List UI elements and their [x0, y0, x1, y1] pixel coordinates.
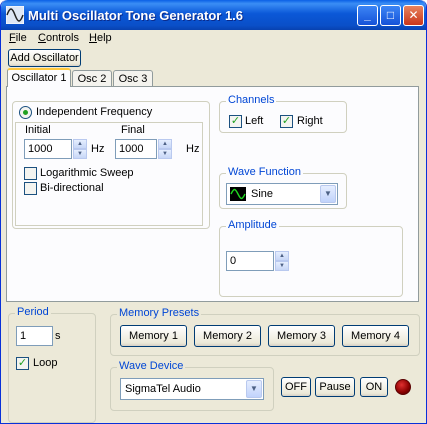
- oscillator-tab-panel: Independent Frequency Initial Final 1000…: [6, 86, 419, 302]
- menu-file-label: ile: [15, 32, 27, 44]
- bidirectional-checkbox[interactable]: [24, 182, 37, 195]
- menu-controls-accel: C: [38, 32, 46, 44]
- spin-up-icon[interactable]: ▲: [73, 139, 87, 149]
- final-frequency-input[interactable]: 1000: [115, 139, 157, 159]
- maximize-button[interactable]: □: [380, 5, 401, 26]
- frequency-group: Independent Frequency Initial Final 1000…: [12, 101, 210, 229]
- menu-help[interactable]: Help: [89, 32, 112, 44]
- initial-unit-label: Hz: [91, 143, 105, 155]
- final-label: Final: [121, 124, 145, 136]
- period-input[interactable]: 1: [16, 326, 53, 346]
- independent-frequency-radio[interactable]: [19, 106, 32, 119]
- app-window: Multi Oscillator Tone Generator 1.6 _ □ …: [0, 0, 427, 424]
- title-bar[interactable]: Multi Oscillator Tone Generator 1.6 _ □ …: [1, 0, 426, 30]
- pause-button[interactable]: Pause: [315, 377, 355, 397]
- frequency-subgroup: Initial Final 1000 ▲ ▼ Hz 1000 ▲ ▼ Hz Lo…: [15, 122, 203, 226]
- tab-oscillator-1[interactable]: Oscillator 1: [7, 68, 71, 87]
- memory-presets-group: Memory Presets Memory 1 Memory 2 Memory …: [110, 307, 420, 356]
- menu-controls-label: ontrols: [45, 32, 79, 44]
- final-frequency-spinner[interactable]: ▲ ▼: [158, 139, 172, 159]
- logarithmic-sweep-label: Logarithmic Sweep: [40, 167, 134, 179]
- menu-bar: File Controls Help: [1, 30, 426, 47]
- window-title: Multi Oscillator Tone Generator 1.6: [28, 8, 244, 23]
- chevron-down-icon[interactable]: ▼: [246, 380, 262, 398]
- wave-function-group: Wave Function Sine ▼: [219, 166, 347, 209]
- wave-device-group-label: Wave Device: [117, 360, 186, 372]
- right-channel-checkbox[interactable]: ✓: [280, 115, 293, 128]
- period-unit-label: s: [55, 330, 61, 342]
- memory-1-button[interactable]: Memory 1: [120, 325, 187, 347]
- logarithmic-sweep-checkbox[interactable]: [24, 167, 37, 180]
- wave-device-select[interactable]: SigmaTel Audio ▼: [120, 378, 264, 400]
- close-button[interactable]: ✕: [403, 5, 424, 26]
- period-group: Period 1 s ✓ Loop: [8, 306, 96, 423]
- channels-group: Channels ✓ Left ✓ Right: [219, 94, 347, 133]
- amplitude-group-label: Amplitude: [226, 219, 279, 231]
- spin-down-icon[interactable]: ▼: [73, 149, 87, 159]
- independent-frequency-label: Independent Frequency: [36, 106, 153, 118]
- left-channel-checkbox[interactable]: ✓: [229, 115, 242, 128]
- initial-frequency-input[interactable]: 1000: [24, 139, 72, 159]
- left-channel-label: Left: [245, 115, 264, 127]
- memory-3-button[interactable]: Memory 3: [268, 325, 335, 347]
- chevron-down-icon[interactable]: ▼: [320, 185, 336, 203]
- spin-down-icon[interactable]: ▼: [275, 261, 289, 271]
- memory-4-button[interactable]: Memory 4: [342, 325, 409, 347]
- spin-up-icon[interactable]: ▲: [275, 251, 289, 261]
- menu-file[interactable]: File: [9, 32, 27, 44]
- menu-file-accel: F: [9, 32, 16, 44]
- wave-device-group: Wave Device SigmaTel Audio ▼: [110, 360, 274, 411]
- amplitude-input[interactable]: 0: [226, 251, 274, 271]
- on-button[interactable]: ON: [360, 377, 388, 397]
- wave-function-select[interactable]: Sine ▼: [226, 183, 338, 205]
- sine-wave-app-icon: [6, 6, 24, 24]
- memory-presets-group-label: Memory Presets: [117, 307, 202, 319]
- menu-controls[interactable]: Controls: [38, 32, 79, 44]
- loop-checkbox[interactable]: ✓: [16, 357, 29, 370]
- channels-group-label: Channels: [226, 94, 277, 106]
- minimize-button[interactable]: _: [357, 5, 378, 26]
- spin-up-icon[interactable]: ▲: [158, 139, 172, 149]
- add-oscillator-button[interactable]: Add Oscillator: [8, 49, 81, 67]
- off-button[interactable]: OFF: [281, 377, 311, 397]
- status-led-indicator: [395, 379, 411, 395]
- wave-device-value: SigmaTel Audio: [125, 383, 201, 395]
- spin-down-icon[interactable]: ▼: [158, 149, 172, 159]
- wave-function-group-label: Wave Function: [226, 166, 303, 178]
- menu-help-label: elp: [96, 32, 112, 44]
- radio-dot: [23, 110, 28, 115]
- wave-function-value: Sine: [251, 188, 274, 200]
- loop-label: Loop: [33, 357, 58, 369]
- initial-frequency-spinner[interactable]: ▲ ▼: [73, 139, 87, 159]
- amplitude-group: Amplitude 0 ▲ ▼: [219, 219, 403, 297]
- memory-2-button[interactable]: Memory 2: [194, 325, 261, 347]
- final-unit-label: Hz: [186, 143, 200, 155]
- menu-help-accel: H: [89, 32, 97, 44]
- bidirectional-label: Bi-directional: [40, 182, 104, 194]
- sine-wave-icon: [230, 187, 246, 201]
- amplitude-spinner[interactable]: ▲ ▼: [275, 251, 289, 271]
- period-group-label: Period: [15, 306, 51, 318]
- right-channel-label: Right: [297, 115, 323, 127]
- initial-label: Initial: [25, 124, 51, 136]
